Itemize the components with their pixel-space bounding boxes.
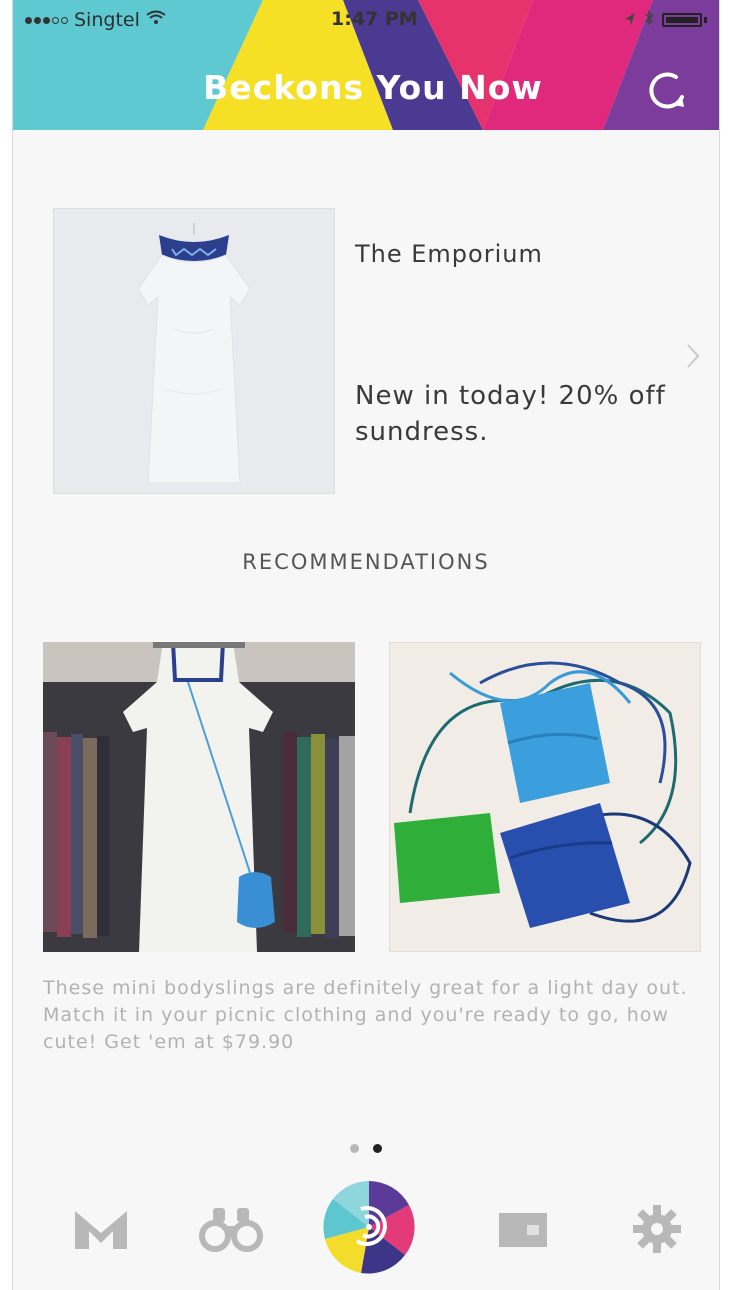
gear-icon bbox=[633, 1205, 681, 1253]
location-icon bbox=[624, 11, 636, 30]
recommendation-image-dress-bodysling[interactable] bbox=[43, 642, 355, 952]
featured-dress-image bbox=[53, 208, 335, 494]
page-dot-1[interactable] bbox=[350, 1144, 359, 1153]
status-bar: Singtel 1:47 PM bbox=[13, 0, 719, 40]
wifi-icon bbox=[146, 10, 166, 31]
status-left: Singtel bbox=[25, 9, 166, 31]
signal-strength-icon bbox=[25, 16, 68, 24]
featured-offer-card[interactable]: The Emporium New in today! 20% off sundr… bbox=[13, 140, 719, 510]
refresh-button[interactable] bbox=[645, 68, 691, 114]
recommendations-heading: RECOMMENDATIONS bbox=[242, 550, 490, 574]
offer-text: New in today! 20% off sundress. bbox=[355, 381, 666, 447]
chevron-right-icon[interactable] bbox=[685, 342, 701, 378]
status-time: 1:47 PM bbox=[331, 8, 418, 30]
recommendation-image-bodyslings[interactable] bbox=[389, 642, 701, 952]
battery-icon bbox=[662, 13, 702, 27]
beacon-wheel-icon bbox=[323, 1181, 415, 1274]
app-screen: Singtel 1:47 PM Beckons You Now The Empo… bbox=[12, 0, 720, 1290]
bluetooth-icon bbox=[644, 10, 654, 30]
tab-beacons[interactable] bbox=[319, 1177, 419, 1277]
page-indicator[interactable] bbox=[13, 1144, 719, 1153]
tab-home[interactable] bbox=[61, 1189, 141, 1269]
page-title: Beckons You Now bbox=[203, 68, 543, 107]
tab-explore[interactable] bbox=[191, 1189, 271, 1269]
status-right bbox=[624, 10, 707, 30]
m-logo-icon bbox=[75, 1211, 127, 1249]
header-bar: Singtel 1:47 PM Beckons You Now bbox=[13, 0, 719, 130]
tab-wallet[interactable] bbox=[483, 1189, 563, 1269]
binoculars-icon bbox=[199, 1208, 263, 1252]
page-dot-2[interactable] bbox=[373, 1144, 382, 1153]
store-name: The Emporium bbox=[355, 240, 543, 268]
battery-tip bbox=[704, 17, 707, 23]
tab-settings[interactable] bbox=[617, 1189, 697, 1269]
recommendation-caption: These mini bodyslings are definitely gre… bbox=[43, 977, 688, 1053]
tab-bar bbox=[13, 1175, 719, 1290]
wallet-card-icon bbox=[499, 1213, 547, 1247]
refresh-icon bbox=[649, 72, 684, 109]
carrier-name: Singtel bbox=[74, 9, 140, 31]
